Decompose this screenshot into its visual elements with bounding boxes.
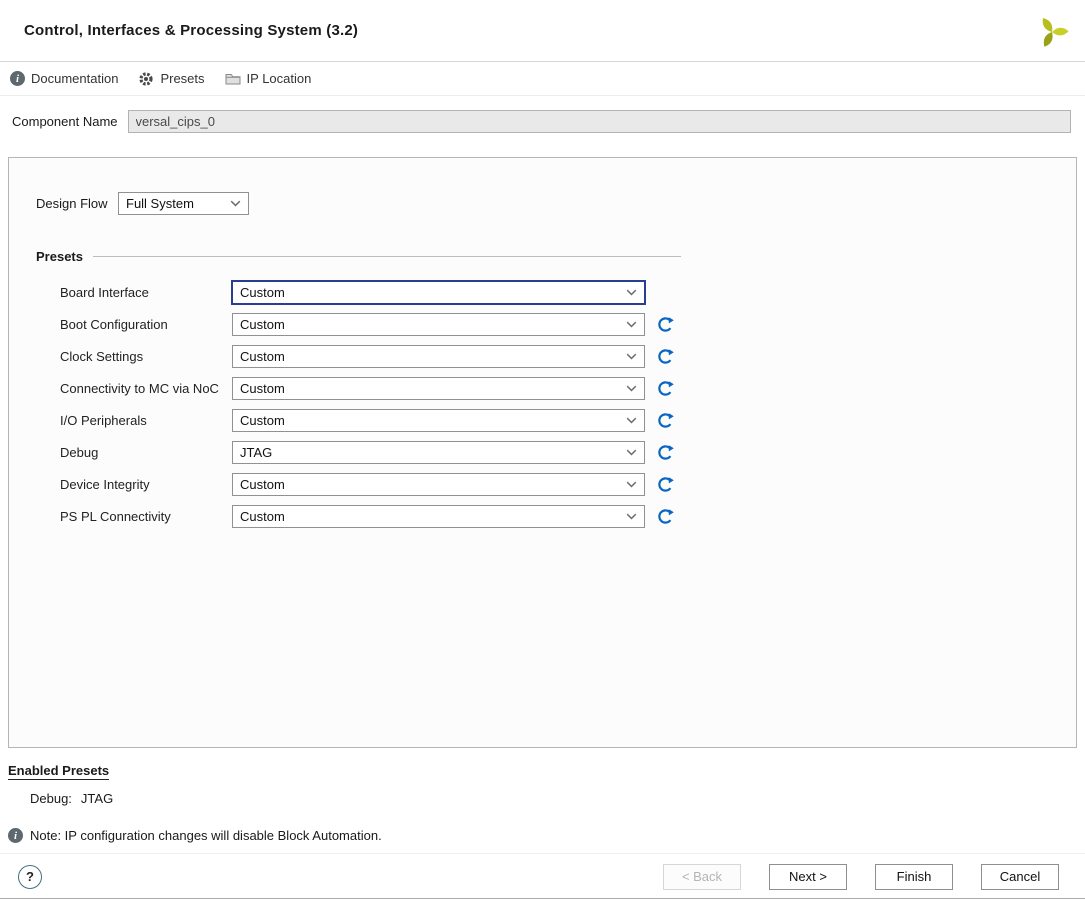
chevron-down-icon	[626, 481, 637, 488]
note-row: i Note: IP configuration changes will di…	[8, 828, 1085, 843]
design-flow-value: Full System	[126, 196, 194, 211]
ip-customization-dialog: Control, Interfaces & Processing System …	[0, 0, 1085, 899]
chevron-down-icon	[626, 353, 637, 360]
preset-row: Clock Settings Custom	[60, 340, 1076, 372]
refresh-icon[interactable]	[657, 444, 674, 461]
design-flow-select[interactable]: Full System	[118, 192, 249, 215]
toolbar: i Documentation Presets IP Location	[0, 62, 1085, 96]
footer-buttons: < Back Next > Finish Cancel	[663, 864, 1059, 890]
enabled-presets-title: Enabled Presets	[8, 763, 109, 780]
refresh-icon[interactable]	[657, 476, 674, 493]
chevron-down-icon	[626, 513, 637, 520]
preset-select-value: Custom	[240, 317, 285, 332]
component-name-label: Component Name	[12, 114, 118, 129]
toolbar-item-documentation[interactable]: i Documentation	[10, 71, 118, 86]
gear-icon	[138, 71, 154, 87]
chevron-down-icon	[626, 289, 637, 296]
preset-label: Board Interface	[60, 285, 232, 300]
toolbar-item-label: Presets	[160, 71, 204, 86]
section-divider	[93, 256, 681, 257]
preset-row: Debug JTAG	[60, 436, 1076, 468]
refresh-icon[interactable]	[657, 508, 674, 525]
folder-icon	[225, 72, 241, 85]
toolbar-item-presets[interactable]: Presets	[138, 71, 204, 87]
preset-label: Debug	[60, 445, 232, 460]
preset-select[interactable]: Custom	[232, 505, 645, 528]
preset-select-value: Custom	[240, 349, 285, 364]
config-panel: Design Flow Full System Presets Board In…	[8, 157, 1077, 748]
chevron-down-icon	[626, 417, 637, 424]
preset-row: Device Integrity Custom	[60, 468, 1076, 500]
component-name-row: Component Name	[0, 96, 1085, 147]
back-button[interactable]: < Back	[663, 864, 741, 890]
titlebar: Control, Interfaces & Processing System …	[0, 0, 1085, 62]
preset-label: Device Integrity	[60, 477, 232, 492]
component-name-input[interactable]	[128, 110, 1072, 133]
enabled-presets-section: Enabled Presets Debug: JTAG	[8, 763, 1085, 806]
info-icon: i	[8, 828, 23, 843]
note-text: Note: IP configuration changes will disa…	[30, 828, 382, 843]
design-flow-row: Design Flow Full System	[36, 192, 1076, 215]
preset-row: Connectivity to MC via NoC Custom	[60, 372, 1076, 404]
preset-row: I/O Peripherals Custom	[60, 404, 1076, 436]
refresh-icon[interactable]	[657, 316, 674, 333]
footer: ? < Back Next > Finish Cancel	[0, 853, 1085, 899]
presets-section-header: Presets	[36, 249, 681, 264]
dialog-title: Control, Interfaces & Processing System …	[24, 22, 358, 39]
chevron-down-icon	[626, 321, 637, 328]
preset-select[interactable]: Custom	[232, 377, 645, 400]
preset-select[interactable]: Custom	[232, 409, 645, 432]
preset-row: Boot Configuration Custom	[60, 308, 1076, 340]
preset-label: PS PL Connectivity	[60, 509, 232, 524]
preset-select-value: Custom	[240, 477, 285, 492]
preset-select-value: Custom	[240, 381, 285, 396]
chevron-down-icon	[626, 385, 637, 392]
chevron-down-icon	[626, 449, 637, 456]
preset-label: Connectivity to MC via NoC	[60, 381, 232, 396]
vendor-logo-icon	[1035, 12, 1069, 50]
enabled-preset-item: Debug: JTAG	[30, 791, 1085, 806]
refresh-icon[interactable]	[657, 412, 674, 429]
design-flow-label: Design Flow	[36, 196, 118, 211]
chevron-down-icon	[230, 200, 241, 207]
preset-select-value: Custom	[240, 285, 285, 300]
refresh-icon[interactable]	[657, 380, 674, 397]
refresh-icon[interactable]	[657, 348, 674, 365]
enabled-preset-value: JTAG	[81, 791, 113, 806]
preset-row: PS PL Connectivity Custom	[60, 500, 1076, 532]
preset-row: Board Interface Custom	[60, 276, 1076, 308]
preset-label: I/O Peripherals	[60, 413, 232, 428]
preset-select[interactable]: Custom	[232, 313, 645, 336]
toolbar-item-label: IP Location	[247, 71, 312, 86]
help-button[interactable]: ?	[18, 865, 42, 889]
preset-label: Boot Configuration	[60, 317, 232, 332]
finish-button[interactable]: Finish	[875, 864, 953, 890]
info-icon: i	[10, 71, 25, 86]
toolbar-item-ip-location[interactable]: IP Location	[225, 71, 312, 86]
preset-select[interactable]: Custom	[232, 473, 645, 496]
preset-select-value: Custom	[240, 413, 285, 428]
enabled-preset-label: Debug:	[30, 791, 72, 806]
preset-select-value: JTAG	[240, 445, 272, 460]
preset-label: Clock Settings	[60, 349, 232, 364]
preset-select[interactable]: Custom	[232, 281, 645, 304]
toolbar-item-label: Documentation	[31, 71, 118, 86]
presets-section-title: Presets	[36, 249, 83, 264]
cancel-button[interactable]: Cancel	[981, 864, 1059, 890]
preset-select[interactable]: JTAG	[232, 441, 645, 464]
next-button[interactable]: Next >	[769, 864, 847, 890]
preset-select-value: Custom	[240, 509, 285, 524]
preset-rows: Board Interface Custom Boot Configuration C…	[60, 276, 1076, 532]
preset-select[interactable]: Custom	[232, 345, 645, 368]
